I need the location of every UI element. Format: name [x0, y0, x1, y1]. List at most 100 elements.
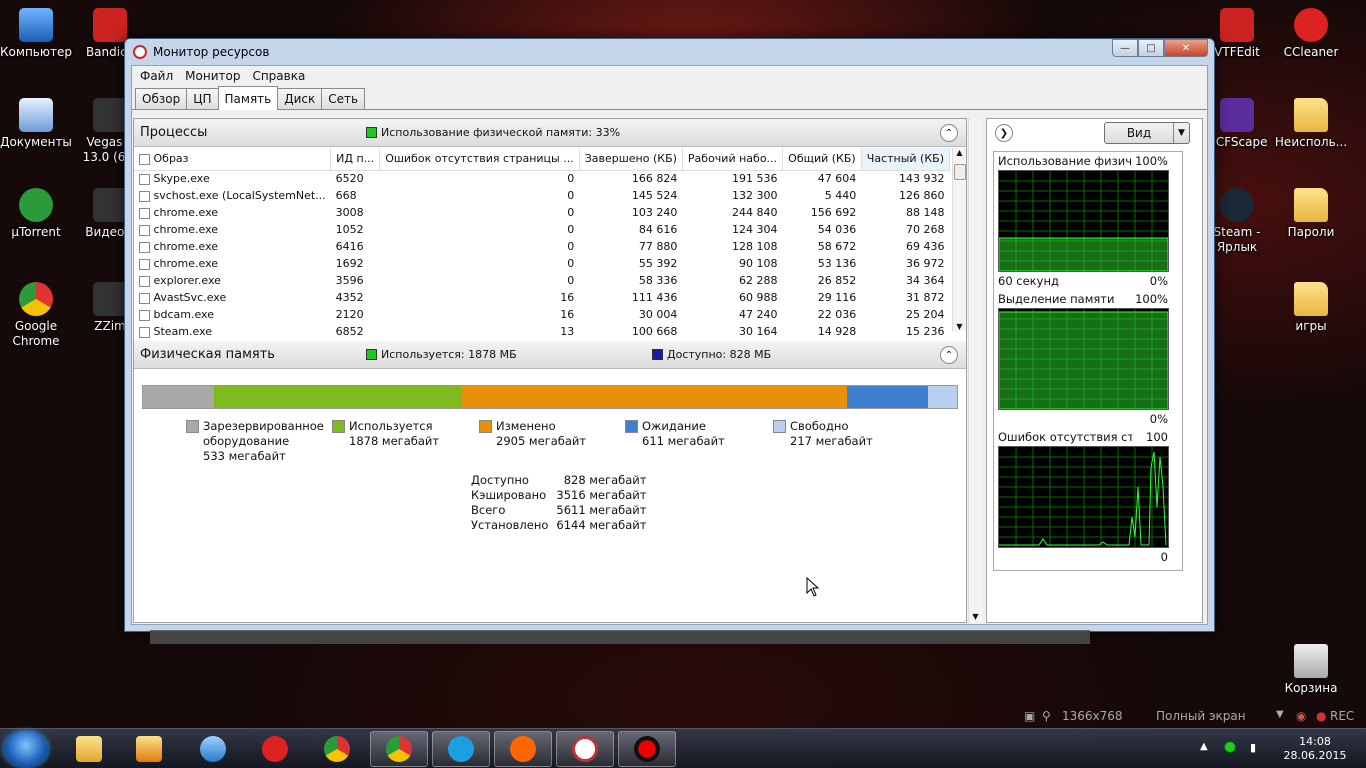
table-cell: 47 240 — [682, 306, 782, 323]
table-row[interactable]: explorer.exe 3596 0 58 336 62 288 26 852 34 36… — [134, 272, 950, 289]
overlay-zoom-icon[interactable]: ⚲ — [1042, 709, 1051, 723]
row-checkbox[interactable] — [139, 190, 150, 202]
memory-usage-bar — [142, 385, 958, 409]
table-row[interactable]: Skype.exe 6520 0 166 824 191 536 47 604 143 93… — [134, 170, 950, 187]
start-button[interactable] — [4, 731, 48, 767]
scroll-down-arrow[interactable]: ▼ — [953, 322, 966, 331]
tray-network-icon[interactable]: ▮ — [1250, 741, 1256, 754]
row-checkbox[interactable] — [139, 173, 150, 185]
col-page-faults[interactable]: Ошибок отсутствия страницы ... — [379, 148, 580, 171]
table-row[interactable]: chrome.exe 1052 0 84 616 124 304 54 036 70 268 — [134, 221, 950, 238]
maximize-button[interactable]: □ — [1138, 39, 1164, 57]
scroll-thumb[interactable] — [954, 164, 966, 180]
cell-text: 132 300 — [732, 189, 778, 202]
left-pane-scroll-down[interactable]: ▼ — [969, 612, 982, 621]
menu-help[interactable]: Справка — [247, 69, 310, 83]
row-checkbox[interactable] — [139, 241, 150, 253]
process-scrollbar[interactable]: ▲ ▼ — [952, 148, 966, 331]
taskbar-media-player[interactable] — [120, 731, 178, 767]
collapse-processes-button[interactable]: ⌃ — [940, 124, 958, 142]
desktop-icon[interactable]: Google Chrome — [0, 282, 74, 349]
memory-bar-free — [928, 386, 957, 408]
available-status-text: Доступно: 828 МБ — [667, 348, 772, 361]
row-checkbox[interactable] — [139, 258, 150, 270]
collapse-memory-button[interactable]: ⌃ — [940, 346, 958, 364]
cell-text: 6416 — [335, 240, 364, 253]
desktop-icon-label: Пароли — [1287, 225, 1335, 239]
tab-memory[interactable]: Память — [217, 86, 279, 110]
taskbar-people[interactable] — [184, 731, 242, 767]
row-checkbox[interactable] — [139, 326, 150, 338]
table-row[interactable]: chrome.exe 1692 0 55 392 90 108 53 136 36 972 — [134, 255, 950, 272]
overlay-mode[interactable]: Полный экран — [1156, 709, 1246, 723]
tray-show-hidden-icon[interactable]: ▲ — [1200, 741, 1208, 752]
desktop-icon[interactable]: Компьютер — [0, 8, 74, 60]
overlay-mode-dropdown-icon[interactable]: ▼ — [1276, 709, 1284, 720]
taskbar-avast[interactable] — [494, 731, 552, 767]
overlay-camera-icon[interactable]: ◉ — [1296, 709, 1306, 723]
tab-disk[interactable]: Диск — [277, 88, 323, 109]
row-checkbox[interactable] — [139, 309, 150, 321]
select-all-checkbox[interactable] — [139, 153, 150, 165]
col-image[interactable]: Образ — [134, 148, 332, 171]
cell-text: svchost.exe (LocalSystemNet... — [153, 189, 326, 202]
cell-text: 53 136 — [817, 257, 857, 270]
physical-memory-header[interactable]: Физическая память Используется: 1878 МБ … — [134, 341, 966, 369]
desktop-icon[interactable]: CCleaner — [1273, 8, 1349, 60]
close-button[interactable]: ✕ — [1164, 39, 1208, 57]
tab-cpu[interactable]: ЦП — [186, 88, 219, 109]
taskbar-explorer[interactable] — [60, 731, 118, 767]
desktop-icon-label: Корзина — [1284, 681, 1338, 695]
legend-color-square — [773, 420, 786, 433]
graph-plot — [999, 447, 1168, 547]
desktop-icon[interactable]: Документы — [0, 98, 74, 150]
table-row[interactable]: Steam.exe 6852 13 100 668 30 164 14 928 15 236 — [134, 323, 950, 340]
left-pane-scrollbar[interactable]: ▼ — [968, 118, 982, 623]
col-pid[interactable]: ИД п... — [330, 148, 381, 171]
view-button[interactable]: Вид ▼ — [1104, 122, 1190, 144]
row-checkbox[interactable] — [139, 275, 150, 287]
table-row[interactable]: chrome.exe 3008 0 103 240 244 840 156 692 88 1… — [134, 204, 950, 221]
taskbar-chrome-running[interactable] — [370, 731, 428, 767]
table-row[interactable]: chrome.exe 6416 0 77 880 128 108 58 672 69 436 — [134, 238, 950, 255]
col-shareable[interactable]: Общий (КБ) — [782, 148, 862, 171]
legend-item: Изменено 2905 мегабайт — [479, 419, 619, 449]
processes-header[interactable]: Процессы Использование физической памяти… — [134, 119, 966, 147]
taskbar-chrome[interactable] — [308, 731, 366, 767]
title-bar[interactable]: Монитор ресурсов — □ ✕ — [125, 39, 1214, 65]
scroll-up-arrow[interactable]: ▲ — [953, 148, 966, 157]
legend-label: Изменено — [496, 419, 556, 433]
desktop-icon[interactable]: Пароли — [1273, 188, 1349, 240]
table-cell: 0 — [380, 221, 580, 238]
col-working-set[interactable]: Рабочий набо... — [682, 148, 784, 171]
resource-monitor-icon — [572, 736, 598, 762]
row-checkbox[interactable] — [139, 292, 150, 304]
collapse-graphs-button[interactable]: ❯ — [995, 124, 1013, 142]
taskbar-skype[interactable] — [432, 731, 490, 767]
summary-row: Доступно 828 мегабайт — [467, 473, 650, 488]
desktop-icon[interactable]: µTorrent — [0, 188, 74, 240]
desktop-icon[interactable]: Неисполь... — [1273, 98, 1349, 150]
menu-monitor[interactable]: Монитор — [180, 69, 245, 83]
col-commit[interactable]: Завершено (КБ) — [579, 148, 683, 171]
taskbar-ccleaner[interactable] — [246, 731, 304, 767]
tab-network[interactable]: Сеть — [321, 88, 366, 109]
col-private[interactable]: Частный (КБ) — [861, 148, 951, 171]
menu-file[interactable]: Файл — [135, 69, 178, 83]
overlay-window-icon[interactable]: ▣ — [1024, 709, 1035, 723]
table-row[interactable]: bdcam.exe 2120 16 30 004 47 240 22 036 25 204 — [134, 306, 950, 323]
taskbar-bandicam[interactable] — [618, 731, 676, 767]
row-checkbox[interactable] — [139, 224, 150, 236]
desktop-icon[interactable]: Корзина — [1273, 644, 1349, 696]
desktop-icon[interactable]: игры — [1273, 282, 1349, 334]
view-dropdown-arrow-icon[interactable]: ▼ — [1173, 123, 1189, 143]
taskbar-resource-monitor[interactable] — [556, 731, 614, 767]
row-checkbox[interactable] — [139, 207, 150, 219]
clock[interactable]: 14:08 28.06.2015 — [1280, 735, 1350, 763]
tab-overview[interactable]: Обзор — [135, 88, 188, 109]
tray-status-icon[interactable] — [1224, 741, 1236, 753]
table-row[interactable]: svchost.exe (LocalSystemNet... 668 0 145 52… — [134, 187, 950, 204]
cell-text: 16 — [560, 291, 575, 304]
minimize-button[interactable]: — — [1112, 39, 1138, 57]
table-row[interactable]: AvastSvc.exe 4352 16 111 436 60 988 29 116 31 … — [134, 289, 950, 306]
